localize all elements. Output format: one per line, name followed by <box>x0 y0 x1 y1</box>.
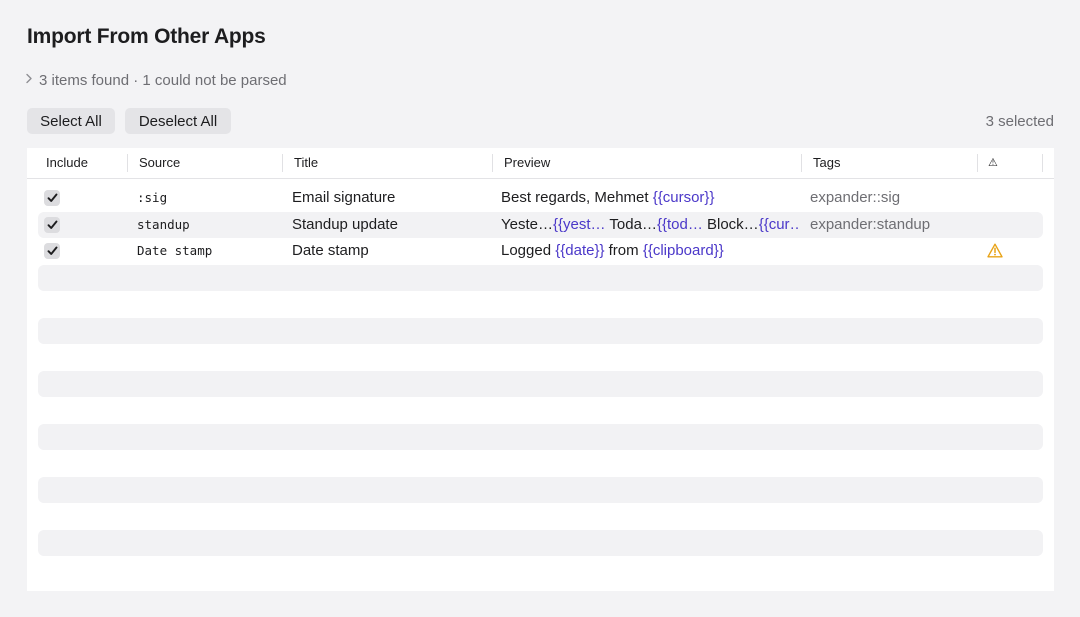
tags-cell: expander::sig <box>810 189 901 206</box>
empty-row <box>38 423 1043 450</box>
preview-placeholder-token: {{cur… <box>758 215 798 233</box>
empty-row <box>38 503 1043 530</box>
preview-text: Toda… <box>605 215 657 233</box>
table-header: Include Source Title Preview Tags ⚠ <box>27 148 1054 179</box>
empty-row <box>38 291 1043 318</box>
empty-row <box>38 397 1043 424</box>
title-cell: Date stamp <box>292 242 369 259</box>
column-header-title[interactable]: Title <box>294 148 318 178</box>
column-divider[interactable] <box>801 154 802 172</box>
empty-row <box>38 450 1043 477</box>
preview-placeholder-token: {{cursor}} <box>652 189 715 206</box>
column-divider[interactable] <box>127 154 128 172</box>
title-cell: Email signature <box>292 189 396 206</box>
column-divider[interactable] <box>1042 154 1043 172</box>
column-divider[interactable] <box>282 154 283 172</box>
column-divider[interactable] <box>492 154 493 172</box>
include-checkbox[interactable] <box>44 243 60 259</box>
column-header-warning[interactable]: ⚠ <box>988 148 998 178</box>
column-divider[interactable] <box>977 154 978 172</box>
empty-row <box>38 476 1043 503</box>
source-cell: Date stamp <box>137 243 213 258</box>
chevron-right-icon[interactable] <box>25 72 33 87</box>
summary-text: 3 items found · 1 could not be parsed <box>39 72 287 89</box>
preview-cell: Best regards, Mehmet {{cursor}} <box>501 185 798 212</box>
preview-placeholder-token: {{yest… <box>552 215 606 233</box>
table-row[interactable]: standup Standup update Yeste…{{yest… Toda…… <box>38 211 1043 239</box>
preview-text: Best regards, Mehmet <box>501 189 653 206</box>
tags-cell: expander:standup <box>810 215 931 233</box>
empty-row <box>38 264 1043 291</box>
checkmark-icon <box>47 246 57 255</box>
column-header-source[interactable]: Source <box>139 148 180 178</box>
import-table: Include Source Title Preview Tags ⚠ :sig… <box>27 148 1054 591</box>
deselect-all-button[interactable]: Deselect All <box>125 108 231 134</box>
page-title: Import From Other Apps <box>27 25 266 48</box>
column-header-include[interactable]: Include <box>46 148 88 178</box>
table-row[interactable]: Date stamp Date stamp Logged {{date}} from… <box>38 238 1043 265</box>
table-row[interactable]: :sig Email signature Best regards, Mehmet … <box>38 185 1043 212</box>
preview-text: from <box>604 242 643 259</box>
preview-placeholder-token: {{tod… <box>656 215 703 233</box>
column-header-tags[interactable]: Tags <box>813 148 840 178</box>
empty-row <box>38 556 1043 583</box>
checkmark-icon <box>47 193 57 202</box>
empty-row <box>38 344 1043 371</box>
empty-row <box>38 317 1043 344</box>
selected-count: 3 selected <box>985 113 1054 130</box>
title-cell: Standup update <box>292 215 398 233</box>
preview-text: Yeste… <box>501 215 553 233</box>
source-cell: standup <box>137 216 190 232</box>
preview-text: Block… <box>702 215 759 233</box>
preview-cell: Yeste…{{yest… Toda…{{tod… Block…{{cur… <box>501 212 798 239</box>
preview-text: Logged <box>501 242 556 259</box>
empty-row <box>38 529 1043 556</box>
preview-placeholder-token: {{date}} <box>555 242 605 259</box>
empty-row <box>38 370 1043 397</box>
select-all-button[interactable]: Select All <box>27 108 115 134</box>
include-checkbox[interactable] <box>44 216 60 233</box>
checkmark-icon <box>47 220 57 229</box>
include-checkbox[interactable] <box>44 190 60 206</box>
table-body: :sig Email signature Best regards, Mehmet … <box>38 185 1043 583</box>
parse-summary[interactable]: 3 items found · 1 could not be parsed <box>25 72 287 89</box>
column-header-preview[interactable]: Preview <box>504 148 550 178</box>
source-cell: :sig <box>137 190 168 205</box>
preview-placeholder-token: {{clipboard}} <box>642 242 724 259</box>
warning-triangle-icon[interactable] <box>987 243 1003 259</box>
preview-cell: Logged {{date}} from {{clipboard}} <box>501 238 798 265</box>
